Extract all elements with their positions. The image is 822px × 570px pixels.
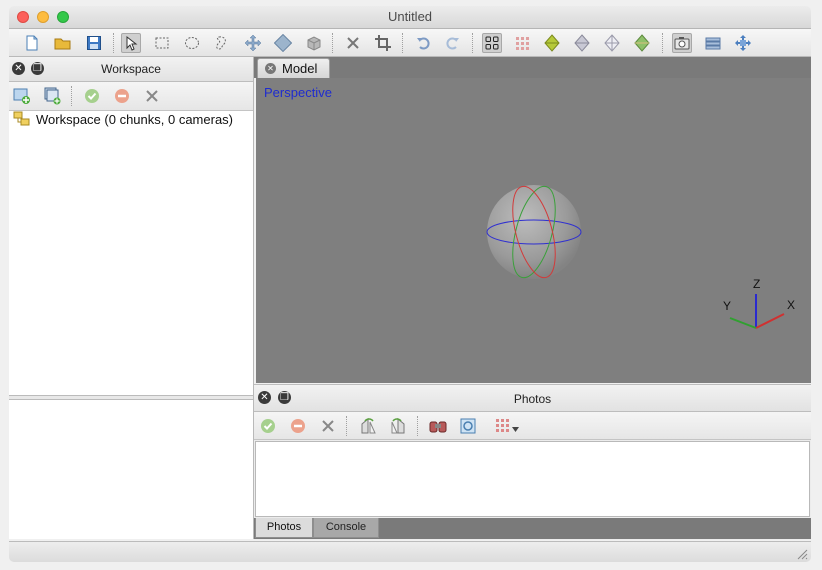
x-axis-label: X (787, 298, 795, 312)
photos-panel: ✕ ❐ Photos Photos Console (254, 384, 811, 540)
open-folder-icon[interactable] (53, 33, 73, 53)
remove-icon[interactable] (142, 86, 162, 106)
panel-splitter[interactable] (9, 395, 253, 400)
enable-icon[interactable] (258, 416, 278, 436)
tab-console[interactable]: Console (313, 518, 379, 538)
undo-icon[interactable] (413, 33, 433, 53)
show-cameras-icon[interactable] (482, 33, 502, 53)
main-toolbar (9, 29, 811, 57)
status-bar (9, 541, 811, 562)
trackball-sphere[interactable] (484, 182, 584, 282)
shaded-model-icon[interactable] (542, 33, 562, 53)
tree-item-label: Workspace (0 chunks, 0 cameras) (36, 111, 233, 127)
window-titlebar: Untitled (9, 6, 811, 29)
axes-gizmo: Z X Y (723, 277, 795, 329)
region-icon[interactable] (703, 33, 723, 53)
toolbar-separator (346, 416, 348, 436)
crop-selection-icon[interactable] (373, 33, 393, 53)
window-title: Untitled (387, 9, 433, 24)
tree-item-workspace[interactable]: Workspace (0 chunks, 0 cameras) (13, 111, 233, 127)
photos-bottom-tabbar: Photos Console (254, 518, 811, 539)
reset-filter-icon[interactable] (458, 416, 478, 436)
add-photos-icon[interactable] (42, 86, 62, 106)
toolbar-separator (662, 33, 664, 53)
resize-grip-icon[interactable] (796, 548, 808, 560)
navigation-arrow-icon[interactable] (121, 33, 141, 53)
free-form-selection-icon[interactable] (212, 33, 232, 53)
workspace-tree-icon (13, 111, 30, 126)
rotate-right-icon[interactable] (388, 416, 408, 436)
save-icon[interactable] (84, 33, 104, 53)
workspace-panel-title: Workspace (101, 62, 161, 76)
move-object-icon[interactable] (243, 33, 263, 53)
toolbar-separator (71, 86, 73, 106)
find-camera-icon[interactable] (428, 416, 448, 436)
remove-icon[interactable] (318, 416, 338, 436)
disable-icon[interactable] (288, 416, 308, 436)
dense-cloud-icon[interactable] (512, 33, 532, 53)
y-axis-line (729, 317, 757, 329)
toolbar-separator (417, 416, 419, 436)
circle-selection-icon[interactable] (182, 33, 202, 53)
disable-icon[interactable] (112, 86, 132, 106)
workspace-panel-header: ✕ ❐ Workspace (9, 57, 253, 82)
enable-icon[interactable] (82, 86, 102, 106)
rotate-left-icon[interactable] (358, 416, 378, 436)
model-viewport[interactable]: Perspective Z X Y (256, 78, 811, 383)
sphere-body (487, 185, 581, 279)
toolbar-separator (402, 33, 404, 53)
capture-view-icon[interactable] (672, 33, 692, 53)
close-tab-icon[interactable]: ✕ (265, 63, 276, 74)
y-axis-label: Y (723, 299, 731, 313)
rotate-object-icon[interactable] (273, 33, 293, 53)
reset-view-icon[interactable] (733, 33, 753, 53)
view-mode-dropdown[interactable] (494, 416, 522, 436)
delete-selection-icon[interactable] (343, 33, 363, 53)
textured-model-icon[interactable] (632, 33, 652, 53)
model-tabbar: ✕ Model (254, 57, 811, 78)
tab-model-label: Model (282, 61, 318, 76)
workspace-toolbar (9, 82, 253, 111)
toolbar-separator (113, 33, 115, 53)
tab-photos[interactable]: Photos (255, 518, 313, 538)
toolbar-separator (472, 33, 474, 53)
tab-model[interactable]: ✕ Model (257, 58, 330, 78)
solid-model-icon[interactable] (572, 33, 592, 53)
redo-icon[interactable] (443, 33, 463, 53)
photos-panel-header: ✕ ❐ Photos (254, 384, 811, 412)
z-axis-label: Z (753, 277, 760, 291)
scale-object-icon[interactable] (303, 33, 323, 53)
toolbar-separator (332, 33, 334, 53)
photos-list[interactable] (255, 441, 810, 517)
photos-toolbar (254, 412, 811, 440)
workspace-panel: ✕ ❐ Workspace Workspace (0 chunks, 0 cam… (9, 57, 254, 539)
wireframe-model-icon[interactable] (602, 33, 622, 53)
rectangle-selection-icon[interactable] (152, 33, 172, 53)
new-document-icon[interactable] (22, 33, 42, 53)
x-axis-line (755, 313, 785, 329)
perspective-label: Perspective (264, 85, 332, 100)
photos-panel-title: Photos (513, 392, 552, 406)
add-chunk-icon[interactable] (12, 86, 32, 106)
